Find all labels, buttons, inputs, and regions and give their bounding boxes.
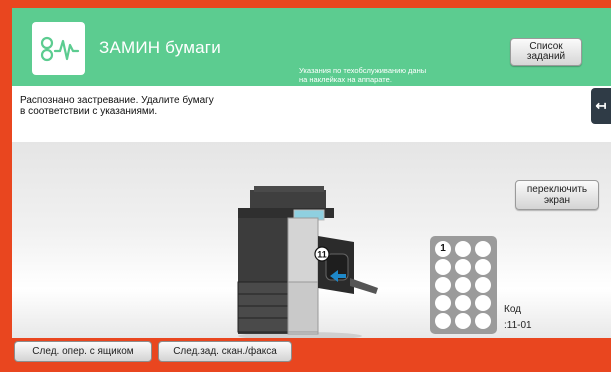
switch-screen-button[interactable]: переключить экран <box>515 180 599 210</box>
notice-line-1: Указания по техобслуживанию даны <box>299 66 427 75</box>
footer-bar: След. опер. с ящиком След.зад. скан./фак… <box>12 338 611 364</box>
jam-message: Распознано застревание. Удалите бумагу в… <box>12 86 611 142</box>
next-scan-fax-job-button[interactable]: След.зад. скан./факса <box>158 341 292 362</box>
key-4 <box>435 259 451 275</box>
key-8 <box>455 277 471 293</box>
key-2 <box>455 241 471 257</box>
error-code-label: Код <box>504 304 522 315</box>
switch-screen-label-2: экран <box>543 195 571 206</box>
key-13 <box>435 313 451 329</box>
jam-location-keypad: 1 <box>430 236 497 334</box>
key-5 <box>455 259 471 275</box>
maintenance-notice: Указания по техобслуживанию даны на накл… <box>299 66 499 84</box>
notice-line-2: на наклейках на аппарате. <box>299 75 392 84</box>
jam-illustration-area: 11 переключить экран 1 Код :11-01 <box>12 142 611 340</box>
key-10 <box>435 295 451 311</box>
error-code: Код :11-01 <box>504 302 532 334</box>
error-code-value: :11-01 <box>504 320 532 331</box>
next-tray-operation-button[interactable]: След. опер. с ящиком <box>14 341 152 362</box>
key-6 <box>475 259 491 275</box>
key-11 <box>455 295 471 311</box>
message-line-2: в соответствии с указаниями. <box>20 106 158 117</box>
arrow-left-icon[interactable]: ↤ <box>591 88 611 124</box>
header-bar: ЗАМИН бумаги Указания по техобслуживанию… <box>12 8 611 86</box>
key-3 <box>475 241 491 257</box>
key-9 <box>475 277 491 293</box>
key-1: 1 <box>435 241 451 257</box>
job-list-button[interactable]: Список заданий <box>510 38 582 66</box>
key-12 <box>475 295 491 311</box>
paper-jam-icon <box>32 22 85 75</box>
key-14 <box>455 313 471 329</box>
key-7 <box>435 277 451 293</box>
job-list-label-2: заданий <box>526 51 566 62</box>
svg-text:11: 11 <box>317 250 327 260</box>
key-15 <box>475 313 491 329</box>
printer-illustration: 11 <box>237 186 378 340</box>
screen: ЗАМИН бумаги Указания по техобслуживанию… <box>12 8 611 364</box>
switch-screen-label-1: переключить <box>526 184 588 195</box>
message-line-1: Распознано застревание. Удалите бумагу <box>20 95 214 106</box>
page-title: ЗАМИН бумаги <box>99 38 221 57</box>
